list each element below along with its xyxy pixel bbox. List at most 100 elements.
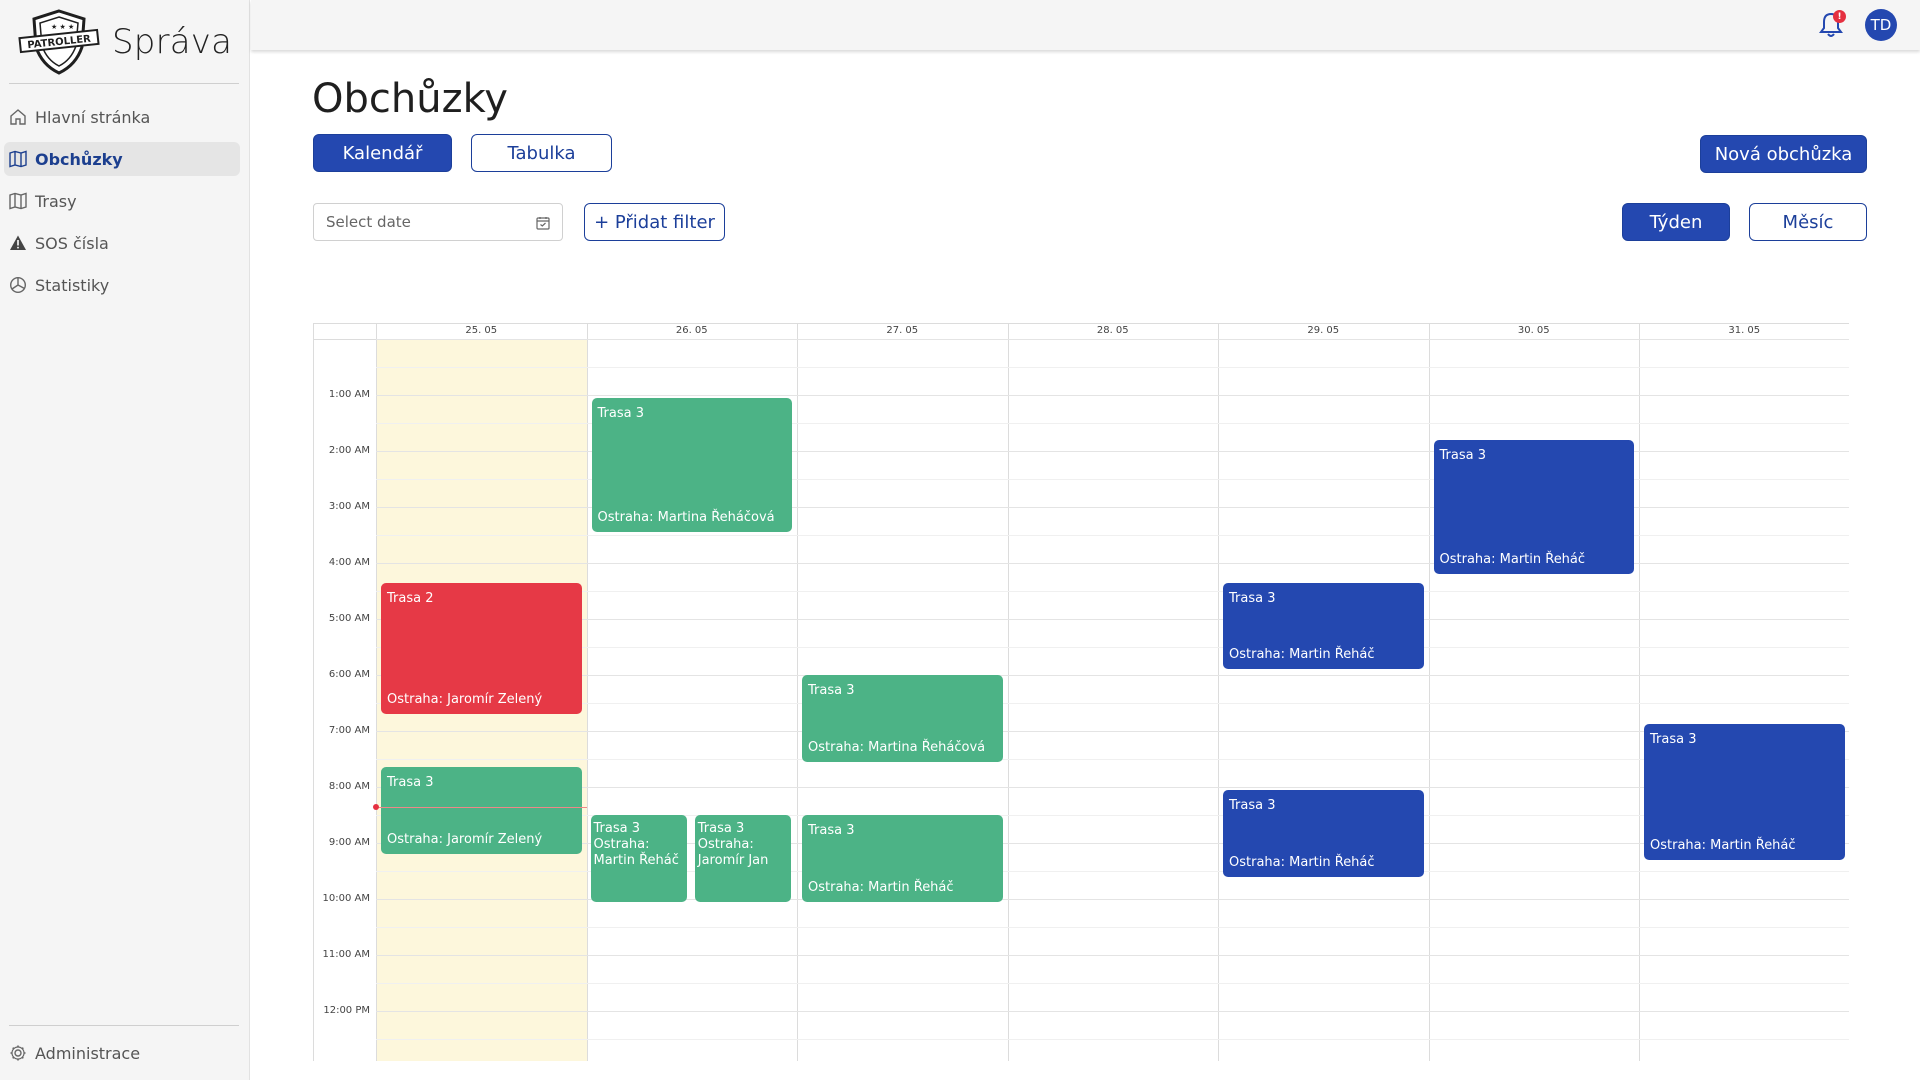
time-label: 11:00 AM <box>322 949 370 960</box>
patrol-event[interactable]: Trasa 3 Ostraha: Martin Řeháč <box>1644 723 1845 860</box>
current-time-dot <box>373 803 379 810</box>
half-hour-line <box>376 367 1849 368</box>
event-guard: Ostraha: Jaromír Zelený <box>387 832 543 848</box>
hour-line <box>376 339 1849 340</box>
page-title: Obchůzky <box>312 76 508 122</box>
event-guard: Ostraha: Jaromír Zelený <box>387 692 543 708</box>
day-column-line <box>1428 323 1430 1061</box>
time-label: 8:00 AM <box>328 781 370 792</box>
time-label: 7:00 AM <box>328 725 370 736</box>
sidebar-item-label: Statistiky <box>35 275 110 295</box>
time-label: 1:00 AM <box>328 389 370 400</box>
patrol-event[interactable]: Trasa 3 Ostraha: Martin Řeháč <box>802 815 1003 902</box>
sidebar: ★ ★ ★ PATROLLER Správa Hlavní stránka Ob… <box>0 0 250 1080</box>
date-picker-input[interactable]: Select date <box>313 203 563 241</box>
svg-text:★ ★ ★: ★ ★ ★ <box>51 23 74 31</box>
half-hour-line <box>376 927 1849 928</box>
calendar-icon <box>536 217 550 230</box>
month-view-button[interactable]: Měsíc <box>1749 203 1867 241</box>
day-header[interactable]: 30. 05 <box>1429 323 1640 339</box>
hour-line <box>376 787 1849 788</box>
hour-line <box>376 619 1849 620</box>
day-header[interactable]: 28. 05 <box>1008 323 1219 339</box>
day-column-line <box>1007 323 1009 1061</box>
day-header[interactable]: 31. 05 <box>1639 323 1849 339</box>
date-placeholder: Select date <box>326 213 411 231</box>
half-hour-line <box>376 1039 1849 1040</box>
sidebar-item-obchuzky[interactable]: Obchůzky <box>4 142 240 176</box>
sidebar-divider <box>9 1025 239 1026</box>
sidebar-item-sos[interactable]: SOS čísla <box>0 226 230 260</box>
day-column-line <box>586 323 588 1061</box>
half-hour-line <box>376 703 1849 704</box>
table-view-button[interactable]: Tabulka <box>471 134 612 172</box>
sidebar-item-label: SOS čísla <box>35 233 109 253</box>
patrol-event[interactable]: Trasa 3 Ostraha: Martina Řeháčová <box>802 675 1003 762</box>
time-label: 2:00 AM <box>328 445 370 456</box>
event-title: Trasa 3 <box>697 821 745 836</box>
map-icon <box>9 192 27 210</box>
day-column-line <box>1639 323 1640 1061</box>
patroller-shield-logo: ★ ★ ★ PATROLLER <box>18 9 100 75</box>
new-patrol-button[interactable]: Nová obchůzka <box>1700 135 1867 173</box>
patrol-event[interactable]: Trasa 3 Ostraha: Martin Řeháč <box>1433 439 1634 575</box>
home-icon <box>10 109 26 125</box>
notification-badge: ! <box>1833 10 1846 23</box>
sidebar-item-label: Hlavní stránka <box>35 107 151 127</box>
sidebar-item-label: Obchůzky <box>35 149 123 169</box>
half-hour-line <box>376 983 1849 984</box>
sidebar-item-administrace[interactable]: Administrace <box>0 1036 230 1070</box>
time-label: 10:00 AM <box>322 893 370 904</box>
half-hour-line <box>376 647 1849 648</box>
patrol-event[interactable]: Trasa 3 Ostraha: Martin Řeháč <box>590 815 687 902</box>
hour-line <box>376 955 1849 956</box>
event-title: Trasa 3 <box>387 775 434 791</box>
event-title: Trasa 3 <box>593 821 640 836</box>
day-header[interactable]: 27. 05 <box>797 323 1008 339</box>
day-header[interactable]: 25. 05 <box>376 323 587 339</box>
event-title: Trasa 3 <box>597 405 644 421</box>
event-guard: Ostraha: Martin Řeháč <box>808 879 954 895</box>
top-bar <box>251 0 1920 50</box>
event-guard: Ostraha: Martin Řeháč <box>1229 854 1375 870</box>
map-icon <box>9 150 27 168</box>
sidebar-item-statistiky[interactable]: Statistiky <box>0 268 230 302</box>
event-guard: Ostraha: Martin Řeháč <box>593 837 679 868</box>
sidebar-item-label: Administrace <box>35 1043 141 1063</box>
event-title: Trasa 3 <box>808 823 855 838</box>
current-time-line <box>376 806 587 808</box>
sidebar-divider <box>9 83 239 84</box>
patrol-event[interactable]: Trasa 3 Ostraha: Jaromír Zelený <box>381 767 582 855</box>
half-hour-line <box>376 759 1849 760</box>
event-guard: Ostraha: Martin Řeháč <box>1229 647 1375 663</box>
day-header[interactable]: 29. 05 <box>1218 323 1429 339</box>
hour-line <box>376 395 1849 396</box>
event-title: Trasa 3 <box>1650 731 1697 747</box>
patrol-event[interactable]: Trasa 3 Ostraha: Martin Řeháč <box>1223 789 1424 877</box>
event-title: Trasa 3 <box>1229 797 1276 813</box>
sidebar-item-trasy[interactable]: Trasy <box>0 184 230 218</box>
event-guard: Ostraha: Martina Řeháčová <box>597 510 775 526</box>
patrol-event[interactable]: Trasa 2 Ostraha: Jaromír Zelený <box>381 582 582 715</box>
hour-line <box>376 1011 1849 1012</box>
add-filter-button[interactable]: + Přidat filter <box>584 203 725 241</box>
day-header[interactable]: 26. 05 <box>587 323 798 339</box>
event-title: Trasa 3 <box>1439 447 1486 463</box>
day-column-line <box>1218 323 1219 1061</box>
brand-title: Správa <box>112 22 233 62</box>
logo[interactable]: ★ ★ ★ PATROLLER Správa <box>18 6 232 78</box>
event-guard: Ostraha: Martin Řeháč <box>1650 837 1796 853</box>
week-view-button[interactable]: Týden <box>1622 203 1730 241</box>
time-label: 9:00 AM <box>328 837 370 848</box>
calendar-view-button[interactable]: Kalendář <box>313 134 452 172</box>
hour-line <box>376 731 1849 732</box>
time-label: 3:00 AM <box>328 501 370 512</box>
patrol-event[interactable]: Trasa 3 Ostraha: Martin Řeháč <box>1223 582 1424 670</box>
avatar[interactable]: TD <box>1865 9 1897 41</box>
time-label: 5:00 AM <box>328 613 370 624</box>
patrol-event[interactable]: Trasa 3 Ostraha: Jaromír Jan <box>694 815 791 902</box>
patrol-event[interactable]: Trasa 3 Ostraha: Martina Řeháčová <box>591 397 792 533</box>
gear-icon <box>10 1045 26 1061</box>
sidebar-item-label: Trasy <box>35 191 77 211</box>
sidebar-item-home[interactable]: Hlavní stránka <box>0 100 230 134</box>
